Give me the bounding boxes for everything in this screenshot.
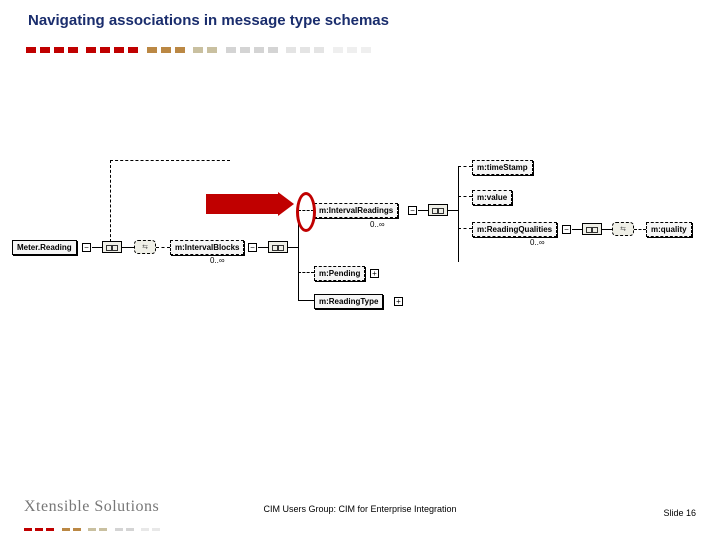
node-quality: m:quality — [646, 222, 692, 237]
page-title: Navigating associations in message type … — [28, 12, 389, 29]
slide-number: Slide 16 — [663, 508, 696, 518]
sequence-ib — [268, 241, 288, 253]
expand-pending: + — [370, 269, 379, 278]
expand-interval-readings: − — [408, 206, 417, 215]
node-reading-type: m:ReadingType — [314, 294, 383, 309]
node-reading-qualities: m:ReadingQualities — [472, 222, 557, 237]
node-interval-blocks: m:IntervalBlocks — [170, 240, 244, 255]
sequence-root — [102, 241, 122, 253]
callout-arrow-body — [206, 194, 278, 214]
expand-reading-qualities: − — [562, 225, 571, 234]
node-interval-readings: m:IntervalReadings — [314, 203, 398, 218]
slide-label: Slide — [663, 508, 683, 518]
expand-meter-reading: − — [82, 243, 91, 252]
sequence-rq — [582, 223, 602, 235]
mult-reading-qualities: 0..∞ — [530, 238, 545, 247]
node-value: m:value — [472, 190, 512, 205]
expand-interval-blocks: − — [248, 243, 257, 252]
mult-interval-blocks: 0..∞ — [210, 256, 225, 265]
schema-diagram: Meter.Reading − ⇆ m:IntervalBlocks 0..∞ … — [10, 160, 710, 360]
choice-rq: ⇆ — [612, 222, 634, 236]
title-divider — [26, 40, 696, 48]
choice-root: ⇆ — [134, 240, 156, 254]
company-underline — [24, 518, 174, 521]
node-timestamp: m:timeStamp — [472, 160, 533, 175]
callout-arrow-head — [278, 192, 294, 216]
footer-text: CIM Users Group: CIM for Enterprise Inte… — [0, 504, 720, 514]
slide-number-value: 16 — [686, 508, 696, 518]
sequence-ir — [428, 204, 448, 216]
node-meter-reading: Meter.Reading — [12, 240, 77, 255]
expand-reading-type: + — [394, 297, 403, 306]
mult-interval-readings: 0..∞ — [370, 220, 385, 229]
callout-ellipse — [296, 192, 316, 232]
node-pending: m:Pending — [314, 266, 365, 281]
